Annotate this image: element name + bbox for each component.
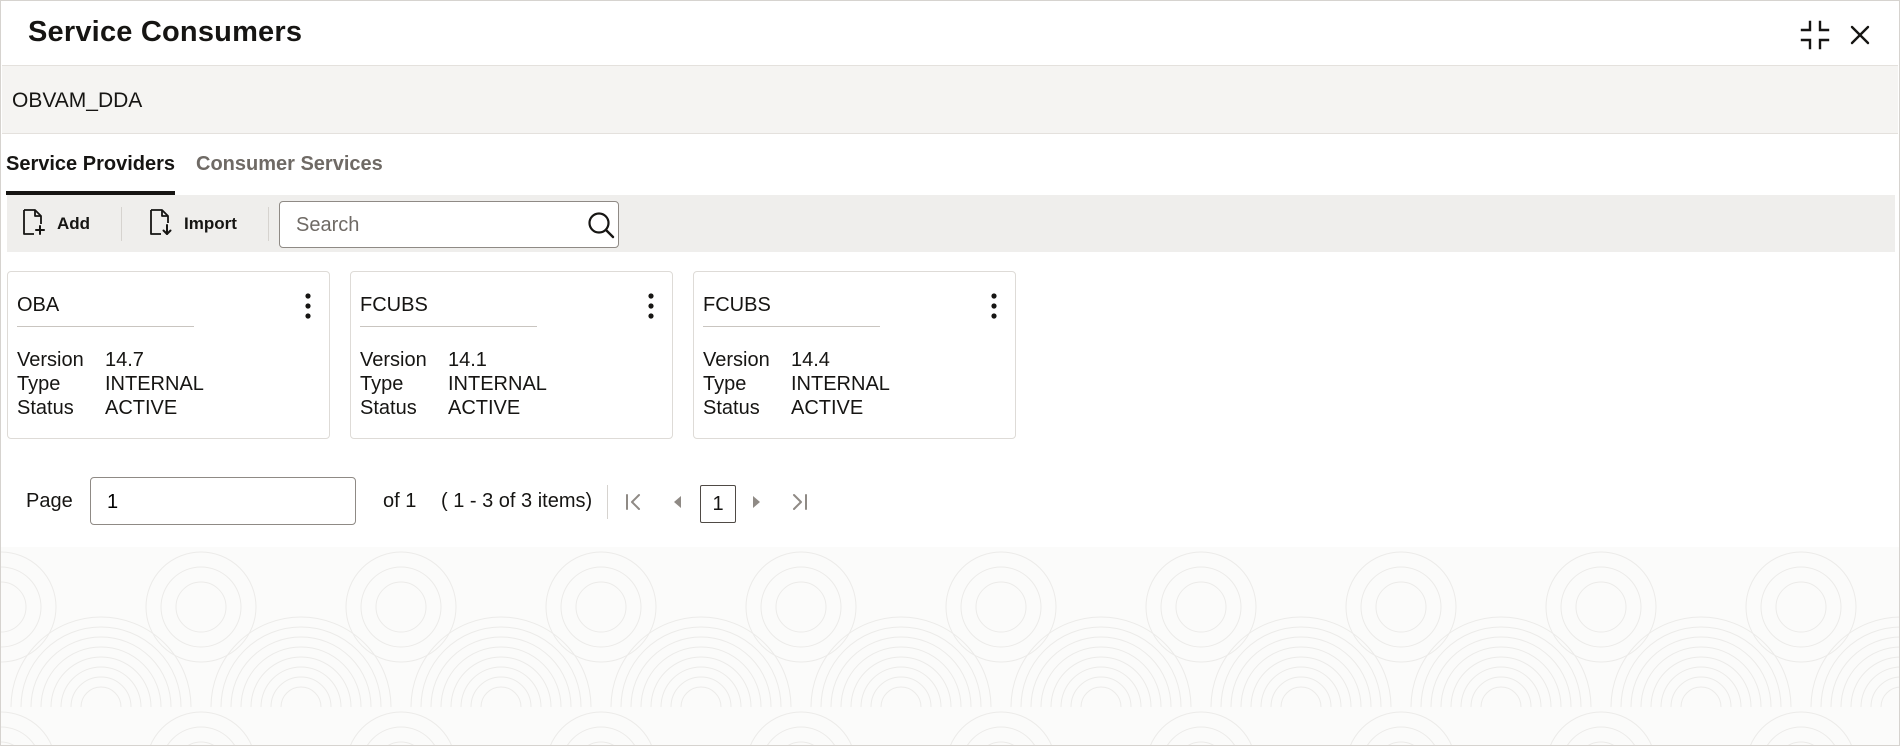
version-value: 14.4 [791, 349, 830, 371]
card-name-divider [703, 326, 880, 327]
tab-consumer-services[interactable]: Consumer Services [196, 153, 383, 195]
page-count-text: of 1 [383, 490, 417, 512]
type-label: Type [703, 373, 747, 395]
item-range-text: ( 1 - 3 of 3 items) [441, 490, 593, 512]
page-number-input[interactable] [105, 488, 339, 516]
window-title: Service Consumers [28, 16, 303, 48]
card-name: OBA [17, 294, 60, 316]
collapse-icon[interactable] [1799, 19, 1831, 51]
status-label: Status [703, 397, 760, 419]
card-type-row: Type INTERNAL [360, 373, 547, 396]
search-icon[interactable] [586, 210, 616, 240]
card-name-divider [17, 326, 194, 327]
add-label: Add [57, 214, 91, 233]
import-label: Import [184, 214, 237, 233]
version-label: Version [360, 349, 427, 371]
context-label: OBVAM_DDA [12, 89, 143, 112]
card-version-row: Version 14.1 [360, 349, 487, 372]
card-status-row: Status ACTIVE [703, 397, 863, 420]
type-value: INTERNAL [791, 373, 890, 395]
status-value: ACTIVE [448, 397, 521, 419]
service-provider-card[interactable]: FCUBS Version 14.1 Type INTERNAL Status ACT… [350, 271, 673, 439]
version-value: 14.7 [105, 349, 144, 371]
pagination: Page of 1 ( 1 - 3 of 3 items) 1 [1, 475, 901, 527]
service-consumers-window: Service Consumers OBVAM_DDA Service Prov… [0, 0, 1900, 746]
page-label: Page [26, 490, 73, 512]
service-provider-card[interactable]: FCUBS Version 14.4 Type INTERNAL Status ACT… [693, 271, 1016, 439]
import-document-icon [148, 208, 174, 241]
card-name-divider [360, 326, 537, 327]
search-box [279, 201, 619, 248]
type-value: INTERNAL [105, 373, 204, 395]
page-number-field [90, 477, 356, 525]
status-value: ACTIVE [791, 397, 864, 419]
context-header: OBVAM_DDA [2, 65, 1898, 134]
title-bar: Service Consumers [1, 1, 1899, 65]
type-value: INTERNAL [448, 373, 547, 395]
card-name: FCUBS [703, 294, 771, 316]
card-version-row: Version 14.4 [703, 349, 830, 372]
card-type-row: Type INTERNAL [17, 373, 204, 396]
more-options-icon[interactable] [640, 290, 662, 322]
toolbar: Add Import [7, 195, 1895, 252]
import-button[interactable]: Import [148, 208, 237, 240]
status-label: Status [17, 397, 74, 419]
card-type-row: Type INTERNAL [703, 373, 890, 396]
tab-service-providers[interactable]: Service Providers [6, 153, 175, 195]
version-label: Version [703, 349, 770, 371]
first-page-icon[interactable] [618, 486, 650, 518]
type-label: Type [360, 373, 404, 395]
add-document-icon [21, 208, 47, 241]
add-button[interactable]: Add [21, 208, 90, 240]
card-name: FCUBS [360, 294, 428, 316]
next-page-icon[interactable] [740, 486, 772, 518]
tab-label: Consumer Services [196, 153, 383, 175]
tab-bar: Service Providers Consumer Services [1, 147, 1899, 195]
current-page-button[interactable]: 1 [700, 485, 736, 523]
last-page-icon[interactable] [783, 486, 815, 518]
toolbar-divider [121, 207, 122, 241]
type-label: Type [17, 373, 61, 395]
card-status-row: Status ACTIVE [17, 397, 177, 420]
more-options-icon[interactable] [983, 290, 1005, 322]
service-provider-card[interactable]: OBA Version 14.7 Type INTERNAL Status ACTIV… [7, 271, 330, 439]
search-input[interactable] [294, 211, 578, 239]
background-pattern [1, 547, 1899, 745]
more-options-icon[interactable] [297, 290, 319, 322]
version-label: Version [17, 349, 84, 371]
version-value: 14.1 [448, 349, 487, 371]
card-version-row: Version 14.7 [17, 349, 144, 372]
card-status-row: Status ACTIVE [360, 397, 520, 420]
previous-page-icon[interactable] [662, 486, 694, 518]
pagination-divider [607, 485, 608, 519]
status-label: Status [360, 397, 417, 419]
tab-label: Service Providers [6, 153, 175, 175]
close-icon[interactable] [1844, 19, 1876, 51]
status-value: ACTIVE [105, 397, 178, 419]
toolbar-divider [268, 207, 269, 241]
